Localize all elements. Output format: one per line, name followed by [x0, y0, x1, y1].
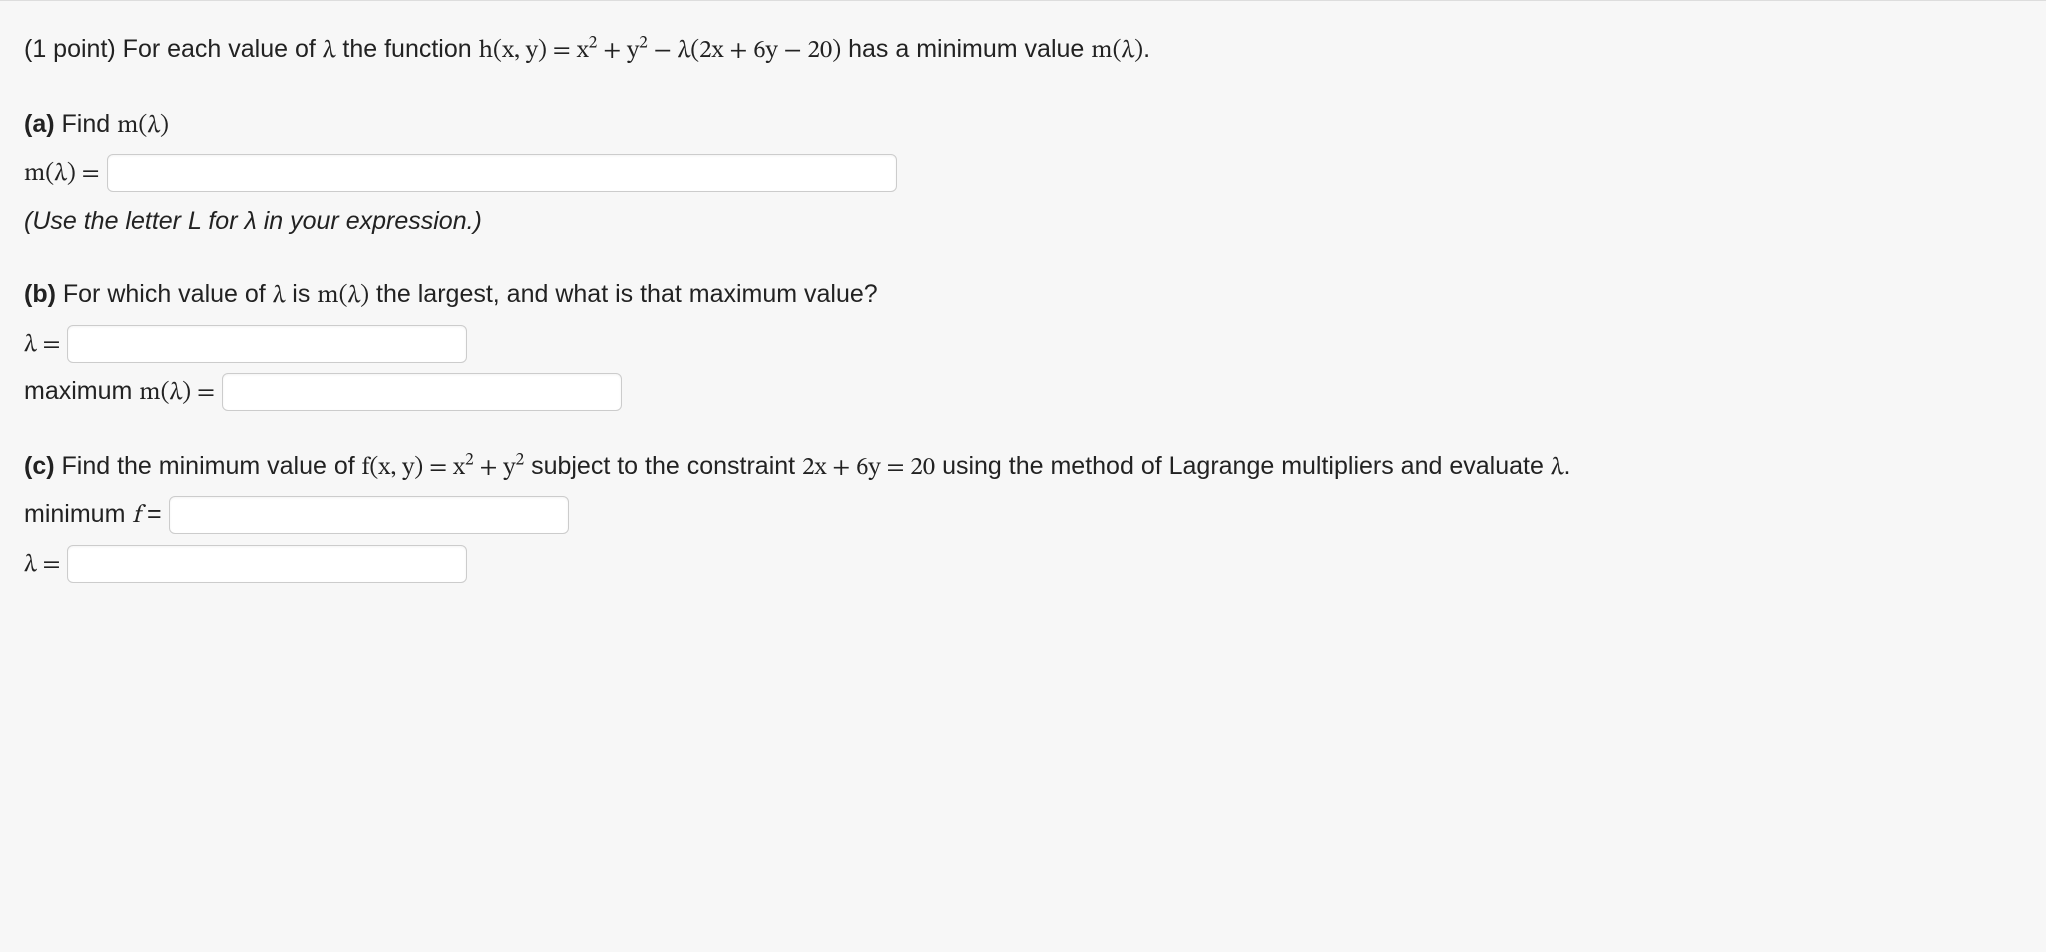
part-a-label: (a): [24, 110, 55, 138]
minimum-equals: =: [140, 500, 169, 528]
part-c: (c) Find the minimum value of f(x, y) = …: [24, 448, 2022, 584]
maximum-mlambda-label: m(λ) =: [139, 380, 215, 405]
part-b-text2: is: [285, 280, 317, 308]
m-lambda-equals-label: m(λ) =: [24, 161, 100, 186]
part-c-lambda: λ: [1551, 455, 1564, 480]
part-b: (b) For which value of λ is m(λ) the lar…: [24, 276, 2022, 412]
minimum-label-prefix: minimum: [24, 500, 132, 528]
max-m-lambda-input[interactable]: [222, 373, 622, 411]
maximum-label-prefix: maximum: [24, 377, 139, 405]
part-c-text3: using the method of Lagrange multipliers…: [935, 452, 1551, 480]
part-c-prompt: (c) Find the minimum value of f(x, y) = …: [24, 448, 2022, 487]
part-c-constraint: 2x + 6y = 20: [802, 455, 935, 480]
func-x: x2: [577, 38, 598, 63]
part-a-text: Find: [55, 110, 118, 138]
func-y: + y2: [597, 38, 648, 63]
intro-mid: the function: [335, 35, 478, 63]
intro-lead: For each value of: [123, 35, 323, 63]
lambda-symbol: λ: [323, 38, 336, 63]
m-lambda-input[interactable]: [107, 154, 897, 192]
part-b-lambda: λ: [273, 283, 286, 308]
func-lhs: h(x, y) =: [479, 38, 577, 63]
part-a-mlambda: m(λ): [117, 113, 169, 138]
lambda-input-b[interactable]: [67, 325, 467, 363]
lambda-equals-label-c: λ =: [24, 552, 61, 577]
intro-statement: (1 point) For each value of λ the functi…: [24, 31, 2022, 70]
part-c-lambda-row: λ =: [24, 545, 2022, 584]
part-c-period: .: [1563, 452, 1570, 480]
part-c-label: (c): [24, 452, 55, 480]
part-b-mlambda: m(λ): [317, 283, 369, 308]
part-b-label: (b): [24, 280, 56, 308]
m-lambda: m(λ): [1091, 38, 1143, 63]
func-rest: − λ(2x + 6y − 20): [648, 38, 841, 63]
part-c-text1: Find the minimum value of: [55, 452, 362, 480]
part-c-func: f(x, y) = x2 + y2: [362, 455, 524, 480]
intro-period: .: [1143, 35, 1150, 63]
part-c-minf-row: minimum f =: [24, 496, 2022, 535]
part-c-text2: subject to the constraint: [524, 452, 802, 480]
part-a: (a) Find m(λ) m(λ) = (Use the letter L f…: [24, 106, 2022, 241]
part-b-max-row: maximum m(λ) =: [24, 373, 2022, 412]
lambda-input-c[interactable]: [67, 545, 467, 583]
part-a-prompt: (a) Find m(λ): [24, 106, 2022, 145]
intro-tail: has a minimum value: [841, 35, 1091, 63]
part-b-text3: the largest, and what is that maximum va…: [369, 280, 878, 308]
part-b-lambda-row: λ =: [24, 325, 2022, 364]
min-f-input[interactable]: [169, 496, 569, 534]
part-b-text1: For which value of: [56, 280, 273, 308]
part-a-hint: (Use the letter L for λ in your expressi…: [24, 203, 2022, 241]
part-a-answer-row: m(λ) =: [24, 154, 2022, 193]
lambda-equals-label: λ =: [24, 332, 61, 357]
part-b-prompt: (b) For which value of λ is m(λ) the lar…: [24, 276, 2022, 315]
minimum-f-label: f: [132, 503, 140, 528]
points-prefix: (1 point): [24, 35, 123, 63]
